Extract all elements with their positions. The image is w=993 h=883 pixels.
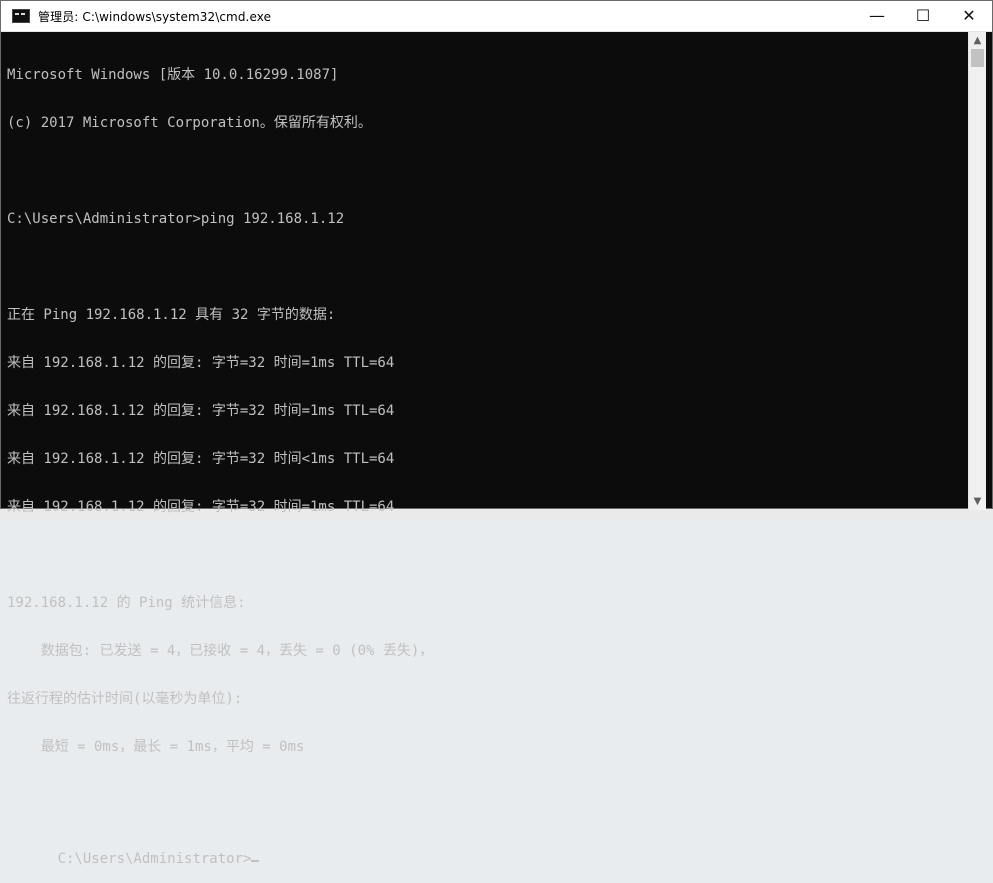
close-button[interactable]: ✕: [946, 1, 992, 31]
prompt-line[interactable]: C:\Users\Administrator>: [7, 835, 965, 867]
title-bar[interactable]: 管理员: C:\windows\system32\cmd.exe — ☐ ✕: [1, 1, 992, 32]
console-prompt: C:\Users\Administrator>: [57, 851, 252, 867]
console-line: 最短 = 0ms，最长 = 1ms，平均 = 0ms: [7, 739, 305, 755]
console-output[interactable]: Microsoft Windows [版本 10.0.16299.1087] (…: [7, 35, 965, 867]
vertical-scrollbar[interactable]: ▲ ▼: [968, 32, 986, 510]
console-line: 来自 192.168.1.12 的回复: 字节=32 时间<1ms TTL=64: [7, 451, 395, 467]
text-cursor: [251, 860, 260, 862]
console-line: 来自 192.168.1.12 的回复: 字节=32 时间=1ms TTL=64: [7, 403, 395, 419]
cmd-window: 管理员: C:\windows\system32\cmd.exe — ☐ ✕ M…: [0, 0, 993, 867]
cmd-icon: [12, 9, 30, 23]
console-line: 192.168.1.12 的 Ping 统计信息:: [7, 595, 246, 611]
scroll-up-icon[interactable]: ▲: [969, 32, 986, 49]
console-line: 数据包: 已发送 = 4，已接收 = 4，丢失 = 0 (0% 丢失)，: [7, 643, 434, 659]
console-line: 来自 192.168.1.12 的回复: 字节=32 时间=1ms TTL=64: [7, 499, 395, 515]
scrollbar-thumb[interactable]: [971, 49, 984, 67]
console-line: Microsoft Windows [版本 10.0.16299.1087]: [7, 67, 339, 83]
console-line: (c) 2017 Microsoft Corporation。保留所有权利。: [7, 115, 372, 131]
scroll-down-icon[interactable]: ▼: [969, 493, 986, 510]
console-line: 来自 192.168.1.12 的回复: 字节=32 时间=1ms TTL=64: [7, 355, 395, 371]
console-line: 正在 Ping 192.168.1.12 具有 32 字节的数据:: [7, 307, 336, 323]
minimize-button[interactable]: —: [854, 1, 900, 31]
maximize-button[interactable]: ☐: [900, 1, 946, 31]
window-controls: — ☐ ✕: [854, 1, 992, 31]
window-title: 管理员: C:\windows\system32\cmd.exe: [38, 9, 272, 24]
console-line: 往返行程的估计时间(以毫秒为单位):: [7, 691, 243, 707]
console-line: C:\Users\Administrator>ping 192.168.1.12: [7, 211, 345, 227]
